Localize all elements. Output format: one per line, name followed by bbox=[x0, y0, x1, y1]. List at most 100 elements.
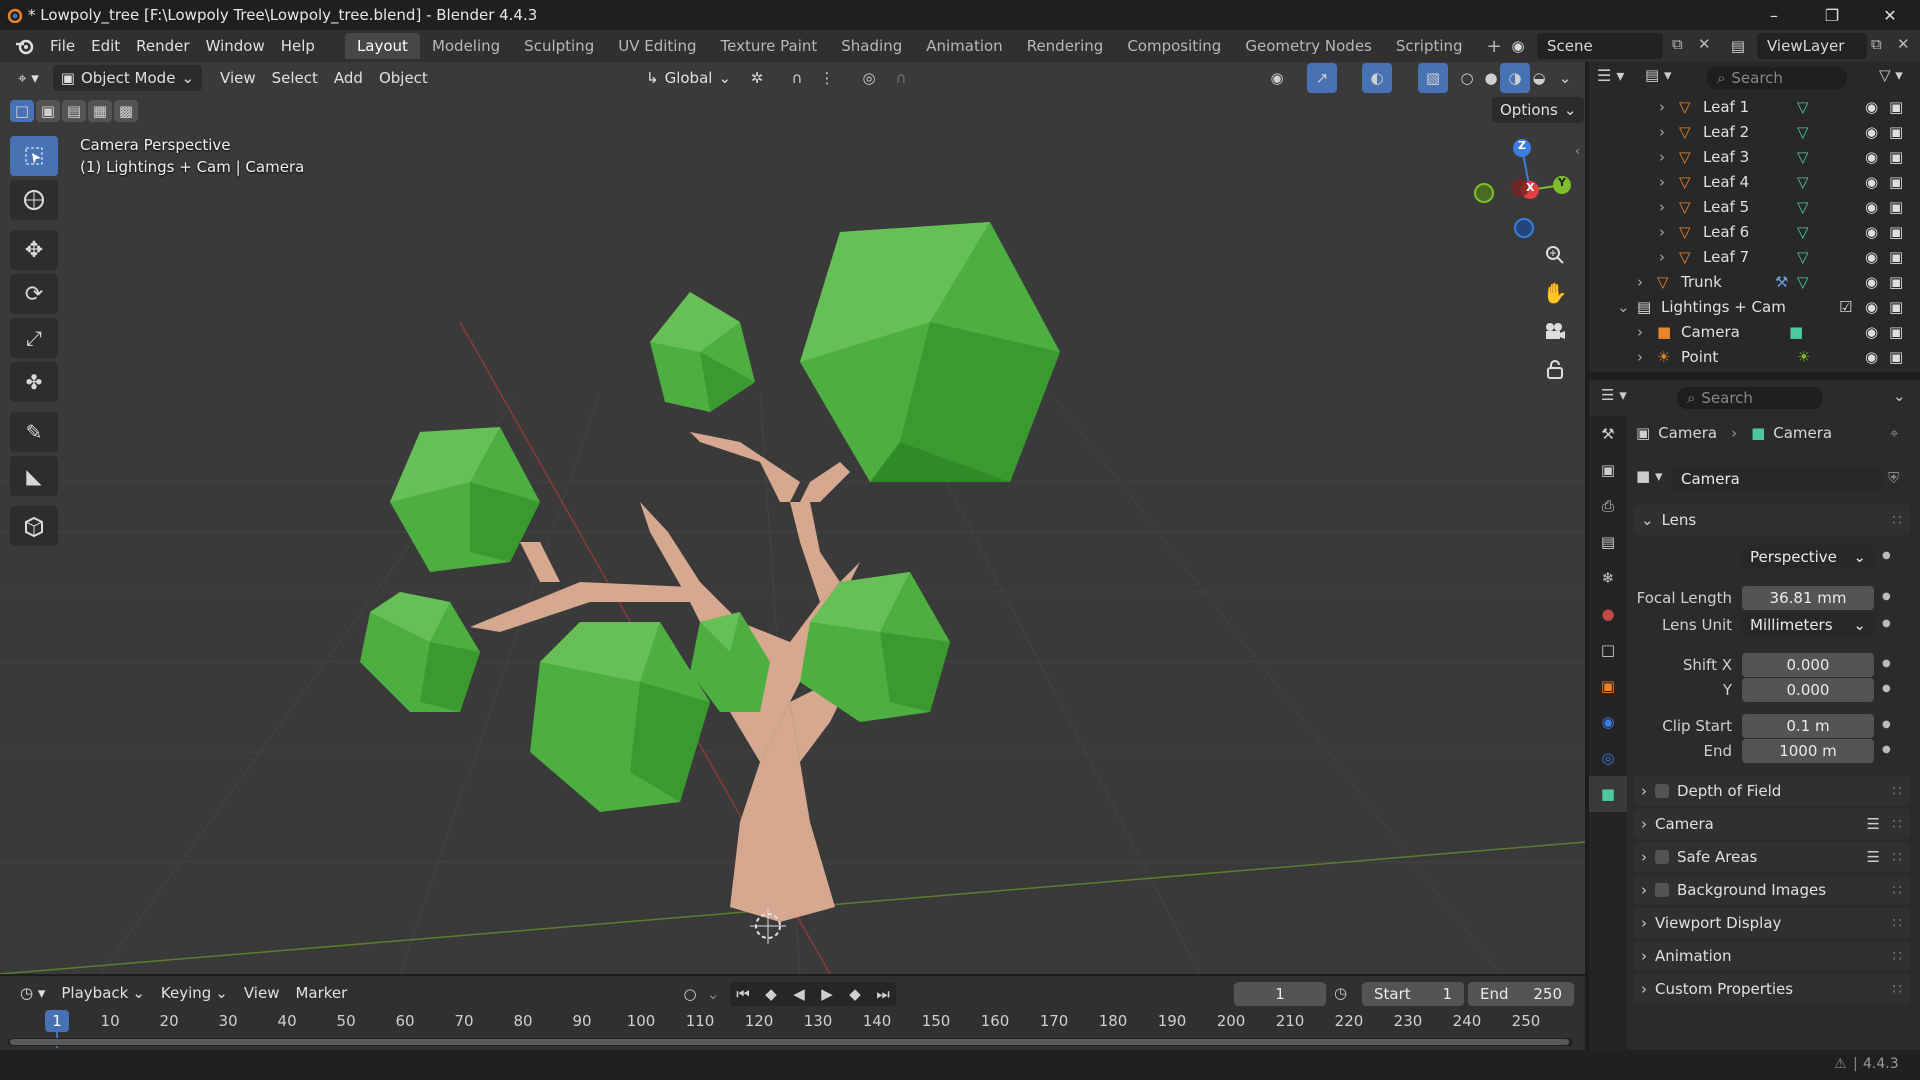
drag-handle-icon[interactable]: ∷ bbox=[1892, 947, 1902, 965]
visibility-eye-icon[interactable]: ◉ bbox=[1865, 173, 1878, 191]
display-mode-icon[interactable]: ▤ ▾ bbox=[1645, 66, 1681, 92]
keyframe-dot-icon[interactable]: ● bbox=[1882, 719, 1891, 730]
clip-start-field[interactable]: 0.1 m bbox=[1742, 714, 1874, 738]
outliner-row[interactable]: ⌄ ▤ Lightings + Cam ☑ ◉ ▣ bbox=[1589, 294, 1920, 319]
tab-texture-paint[interactable]: Texture Paint bbox=[708, 33, 829, 59]
current-frame-marker[interactable]: 1 bbox=[45, 1010, 69, 1032]
select-invert-icon[interactable]: ▦ bbox=[88, 100, 112, 122]
scene-field[interactable]: Scene bbox=[1537, 33, 1663, 59]
shift-y-field[interactable]: 0.000 bbox=[1742, 678, 1874, 702]
mesh-data-icon[interactable]: ▽ bbox=[1797, 98, 1809, 116]
lens-panel-header[interactable]: ⌄ Lens ∷ bbox=[1633, 505, 1910, 535]
tab-layout[interactable]: Layout bbox=[344, 33, 420, 59]
jump-end-icon[interactable]: ⏭ bbox=[870, 982, 896, 1006]
mesh-data-icon[interactable]: ▽ bbox=[1797, 173, 1809, 191]
menu-edit[interactable]: Edit bbox=[83, 37, 128, 55]
drag-handle-icon[interactable]: ∷ bbox=[1892, 848, 1902, 866]
new-view-layer-icon[interactable]: ⧉ bbox=[1871, 35, 1893, 57]
visibility-eye-icon[interactable]: ◉ bbox=[1865, 123, 1878, 141]
camera-data-name-field[interactable]: Camera bbox=[1673, 467, 1883, 491]
mode-selector[interactable]: ▣ Object Mode ⌄ bbox=[52, 65, 203, 91]
camera-panel-header[interactable]: › Camera ☰ ∷ bbox=[1633, 809, 1910, 839]
menu-view[interactable]: View bbox=[212, 65, 264, 91]
drag-handle-icon[interactable]: ∷ bbox=[1892, 914, 1902, 932]
drag-handle-icon[interactable]: ∷ bbox=[1892, 980, 1902, 998]
background-images-panel-header[interactable]: › Background Images ∷ bbox=[1633, 875, 1910, 905]
custom-properties-panel-header[interactable]: › Custom Properties ∷ bbox=[1633, 974, 1910, 1004]
annotate-tool[interactable]: ✎ bbox=[10, 412, 58, 452]
visibility-eye-icon[interactable]: ◉ bbox=[1865, 273, 1878, 291]
scene-selector-icon[interactable]: ◉ bbox=[1503, 33, 1533, 59]
mesh-data-icon[interactable]: ▽ bbox=[1797, 198, 1809, 216]
filter-icon[interactable]: ▽ ▾ bbox=[1879, 66, 1903, 84]
camera-data-tab-icon[interactable]: ■ bbox=[1589, 776, 1627, 812]
tab-shading[interactable]: Shading bbox=[829, 33, 914, 59]
snap-target-icon[interactable]: ⋮ bbox=[812, 63, 842, 93]
drag-handle-icon[interactable]: ∷ bbox=[1892, 881, 1902, 899]
visibility-icon[interactable]: ◉ bbox=[1262, 63, 1292, 93]
end-frame-field[interactable]: End 250 bbox=[1468, 982, 1574, 1006]
focal-length-field[interactable]: 36.81 mm bbox=[1742, 586, 1874, 610]
gizmo-neg-y-handle[interactable] bbox=[1474, 183, 1494, 203]
safe-areas-panel-header[interactable]: › Safe Areas ☰ ∷ bbox=[1633, 842, 1910, 872]
depth-of-field-panel-header[interactable]: › Depth of Field ∷ bbox=[1633, 776, 1910, 806]
view-layer-field[interactable]: ViewLayer bbox=[1757, 33, 1867, 59]
visibility-eye-icon[interactable]: ◉ bbox=[1865, 148, 1878, 166]
overlays-toggle-icon[interactable]: ◐ bbox=[1362, 63, 1392, 93]
visibility-eye-icon[interactable]: ◉ bbox=[1865, 98, 1878, 116]
depth-of-field-checkbox[interactable] bbox=[1655, 784, 1669, 798]
auto-keying-record-icon[interactable]: ○ bbox=[678, 982, 702, 1006]
select-new-icon[interactable]: □ bbox=[10, 100, 34, 122]
shift-x-field[interactable]: 0.000 bbox=[1742, 653, 1874, 677]
timeline-scrollbar[interactable] bbox=[8, 1038, 1573, 1046]
outliner-row[interactable]: › ■ Camera ■ ◉ ▣ bbox=[1589, 319, 1920, 344]
tab-uv-editing[interactable]: UV Editing bbox=[606, 33, 708, 59]
start-frame-field[interactable]: Start 1 bbox=[1362, 982, 1464, 1006]
chevron-down-icon[interactable]: ⌄ bbox=[1893, 387, 1906, 405]
move-tool[interactable]: ✥ bbox=[10, 230, 58, 270]
render-camera-icon[interactable]: ▣ bbox=[1889, 273, 1903, 291]
tab-rendering[interactable]: Rendering bbox=[1015, 33, 1116, 59]
lens-type-dropdown[interactable]: Perspective ⌄ bbox=[1742, 545, 1874, 569]
menu-playback[interactable]: Playback ⌄ bbox=[53, 980, 153, 1006]
outliner-editor-type-icon[interactable]: ☰ ▾ bbox=[1597, 66, 1633, 92]
keyframe-dot-icon[interactable]: ● bbox=[1882, 591, 1891, 602]
keyframe-dot-icon[interactable]: ● bbox=[1882, 658, 1891, 669]
delete-view-layer-icon[interactable]: ✕ bbox=[1897, 35, 1919, 57]
timeline-editor-type-icon[interactable]: ◷ ▾ bbox=[12, 980, 53, 1006]
render-camera-icon[interactable]: ▣ bbox=[1889, 323, 1903, 341]
gizmo-toggle-icon[interactable]: ↗ bbox=[1307, 63, 1337, 93]
maximize-button[interactable]: ❐ bbox=[1803, 0, 1861, 30]
scale-tool[interactable]: ⤢ bbox=[10, 318, 58, 358]
lock-camera-icon[interactable] bbox=[1540, 354, 1570, 384]
chevron-down-icon[interactable]: ⌄ bbox=[1617, 298, 1630, 316]
chevron-right-icon[interactable]: › bbox=[1637, 273, 1643, 291]
render-camera-icon[interactable]: ▣ bbox=[1889, 298, 1903, 316]
pin-icon[interactable]: ⌖ bbox=[1890, 424, 1898, 442]
visibility-eye-icon[interactable]: ◉ bbox=[1865, 248, 1878, 266]
render-camera-icon[interactable]: ▣ bbox=[1889, 148, 1903, 166]
chevron-right-icon[interactable]: › bbox=[1659, 223, 1665, 241]
pivot-point-icon[interactable]: ✲ bbox=[742, 63, 772, 93]
preview-range-clock-icon[interactable]: ◷ bbox=[1334, 984, 1347, 1002]
chevron-right-icon[interactable]: › bbox=[1659, 123, 1665, 141]
keyframe-dot-icon[interactable]: ● bbox=[1882, 550, 1891, 561]
3d-viewport[interactable]: Z X Y ✋ ‹ Camera Perspective (1) Lightin… bbox=[0, 62, 1585, 974]
outliner-row[interactable]: › ▽ Leaf 7 ▽ ◉ ▣ bbox=[1589, 244, 1920, 269]
current-frame-field[interactable]: 1 bbox=[1234, 982, 1326, 1006]
visibility-eye-icon[interactable]: ◉ bbox=[1865, 323, 1878, 341]
menu-timeline-view[interactable]: View bbox=[236, 980, 288, 1006]
transform-tool[interactable]: ✤ bbox=[10, 362, 58, 402]
chevron-right-icon[interactable]: › bbox=[1659, 198, 1665, 216]
outliner-row[interactable]: › ▽ Leaf 5 ▽ ◉ ▣ bbox=[1589, 194, 1920, 219]
tab-geometry-nodes[interactable]: Geometry Nodes bbox=[1233, 33, 1384, 59]
fake-user-shield-icon[interactable]: ⛨ bbox=[1888, 469, 1899, 487]
mesh-data-icon[interactable]: ▽ bbox=[1797, 248, 1809, 266]
render-camera-icon[interactable]: ▣ bbox=[1889, 223, 1903, 241]
menu-render[interactable]: Render bbox=[128, 37, 197, 55]
tab-compositing[interactable]: Compositing bbox=[1115, 33, 1233, 59]
render-camera-icon[interactable]: ▣ bbox=[1889, 173, 1903, 191]
tab-sculpting[interactable]: Sculpting bbox=[512, 33, 606, 59]
drag-handle-icon[interactable]: ∷ bbox=[1892, 782, 1902, 800]
exclude-checkbox[interactable]: ☑ bbox=[1839, 298, 1852, 316]
